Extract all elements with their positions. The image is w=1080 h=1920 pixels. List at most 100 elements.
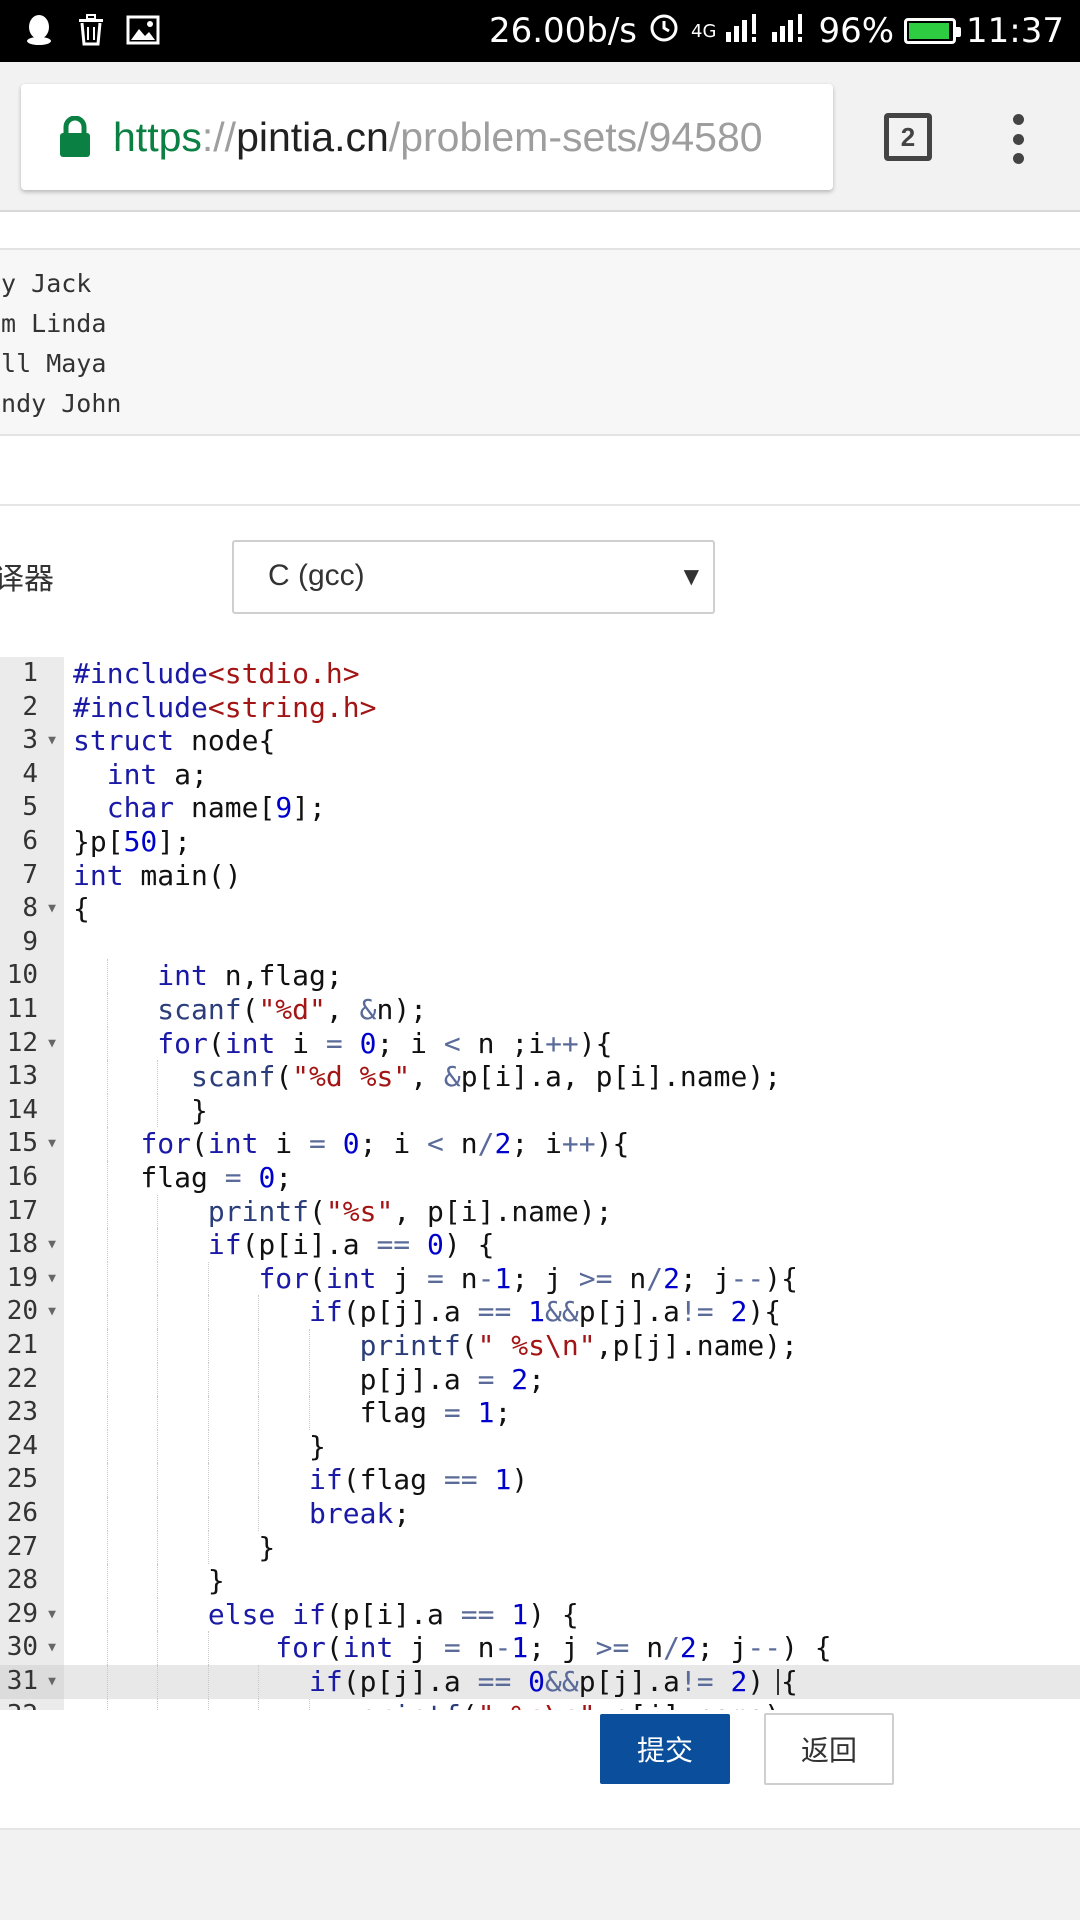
line-number: 9	[22, 926, 38, 957]
compiler-select[interactable]: C (gcc) ▼	[232, 540, 715, 614]
code-line[interactable]: 21 printf(" %s\n",p[j].name);	[0, 1329, 1080, 1363]
code-text: }	[73, 1530, 276, 1564]
qq-icon	[22, 13, 56, 47]
line-number: 31 ▼	[0, 1665, 64, 1699]
code-line[interactable]: 27 }	[0, 1530, 1080, 1565]
code-line[interactable]: 3 ▼ struct node{	[0, 724, 1080, 758]
fold-toggle-icon[interactable]: ▼	[48, 1598, 56, 1632]
code-line[interactable]: 23 flag = 1;	[0, 1396, 1080, 1430]
code-line[interactable]: 32 printf(" %s\n",p[j].name);	[0, 1698, 1080, 1710]
code-line[interactable]: 4 int a;	[0, 758, 1080, 792]
line-number: 14	[6, 1094, 38, 1125]
code-line[interactable]: 16 flag = 0;	[0, 1161, 1080, 1195]
more-menu-icon[interactable]	[998, 114, 1038, 164]
code-line[interactable]: 2 #include<string.h>	[0, 691, 1080, 725]
code-line[interactable]: 31 ▼ if(p[j].a == 0&&p[j].a!= 2) {	[0, 1665, 1080, 1699]
code-text: printf(" %s\n",p[j].name);	[359, 1329, 798, 1362]
dropdown-arrow-icon: ▼	[683, 564, 699, 588]
code-line[interactable]: 13 scanf("%d %s", &p[i].a, p[i].name);	[0, 1060, 1080, 1094]
code-line[interactable]: 1 #include<stdio.h>	[0, 657, 1080, 691]
tab-count: 2	[900, 121, 916, 152]
code-line[interactable]: 5 char name[9];	[0, 791, 1080, 825]
code-line[interactable]: 11 scanf("%d", &n);	[0, 993, 1080, 1027]
tab-switcher-button[interactable]: 2	[884, 113, 932, 161]
text-cursor	[777, 1669, 780, 1695]
back-button[interactable]: 返回	[764, 1713, 894, 1785]
code-line[interactable]: 17 printf("%s", p[i].name);	[0, 1194, 1080, 1229]
line-number: 15 ▼	[0, 1127, 64, 1161]
code-line[interactable]: 8 ▼ {	[0, 892, 1080, 926]
code-text: if(flag == 1)	[309, 1463, 529, 1497]
code-text: flag = 1;	[73, 1396, 512, 1430]
fold-toggle-icon[interactable]: ▼	[48, 1228, 56, 1262]
code-line[interactable]: 19 ▼ for(int j = n-1; j >= n/2; j--){	[0, 1261, 1080, 1296]
battery-percent: 96%	[818, 11, 895, 51]
fold-toggle-icon[interactable]: ▼	[48, 1665, 56, 1699]
code-text: for(int j = n-1; j >= n/2; j--){	[258, 1261, 798, 1295]
line-number: 25	[6, 1464, 38, 1495]
code-text: else if(p[i].a == 1) {	[207, 1597, 579, 1631]
fold-toggle-icon[interactable]: ▼	[48, 1127, 56, 1161]
line-number: 24	[6, 1430, 38, 1461]
code-editor[interactable]: 1 #include<stdio.h> 2 #include<string.h> 3 ▼ s…	[0, 657, 1080, 1710]
lock-icon	[59, 115, 91, 158]
code-line[interactable]: 10 int n,flag;	[0, 959, 1080, 993]
line-number: 27	[6, 1531, 38, 1562]
fold-toggle-icon[interactable]: ▼	[48, 892, 56, 926]
network-speed: 26.00b/s	[488, 11, 638, 51]
fold-toggle-icon[interactable]: ▼	[48, 1027, 56, 1061]
code-text: }	[73, 1429, 326, 1463]
fold-toggle-icon[interactable]: ▼	[48, 1295, 56, 1329]
fold-toggle-icon[interactable]: ▼	[48, 1262, 56, 1296]
code-text: }p[50];	[73, 825, 192, 858]
code-text: }	[73, 1564, 225, 1598]
code-line[interactable]: 7 int main()	[0, 859, 1080, 893]
line-number: 20 ▼	[0, 1295, 64, 1329]
line-number: 29 ▼	[0, 1598, 64, 1632]
code-line[interactable]: 30 ▼ for(int j = n-1; j >= n/2; j--) {	[0, 1631, 1080, 1665]
code-text: for(int i = 0; i < n ;i++){	[157, 1026, 613, 1060]
code-line[interactable]: 22 p[j].a = 2;	[0, 1362, 1080, 1397]
line-number: 16	[6, 1162, 38, 1192]
code-text: char name[9];	[106, 791, 326, 825]
section-divider	[0, 504, 1080, 506]
code-line[interactable]: 29 ▼ else if(p[i].a == 1) {	[0, 1597, 1080, 1632]
fold-toggle-icon[interactable]: ▼	[48, 1631, 56, 1665]
code-text: int a;	[106, 757, 208, 791]
line-number: 11	[6, 994, 38, 1024]
code-line[interactable]: 24 }	[0, 1429, 1080, 1464]
line-number: 5	[22, 792, 38, 823]
line-number: 18 ▼	[0, 1228, 64, 1262]
code-text: }	[73, 1093, 208, 1127]
line-number: 4	[22, 758, 38, 789]
code-line[interactable]: 6}p[50];	[0, 825, 1080, 859]
code-text: #include<string.h>	[73, 690, 377, 724]
line-number: 19 ▼	[0, 1262, 64, 1296]
code-line[interactable]: 12 ▼ for(int i = 0; i < n ;i++){	[0, 1026, 1080, 1061]
code-line[interactable]: 25 if(flag == 1)	[0, 1463, 1080, 1497]
code-text: if(p[j].a == 1&&p[j].a!= 2){	[309, 1295, 782, 1329]
code-text: printf(" %s\n",p[j].name);	[73, 1699, 798, 1710]
code-text: if(p[j].a == 0&&p[j].a!= 2) {	[309, 1665, 798, 1698]
fold-toggle-icon[interactable]: ▼	[48, 724, 56, 758]
code-line[interactable]: 20 ▼ if(p[j].a == 1&&p[j].a!= 2){	[0, 1295, 1080, 1329]
url-scheme: https	[113, 114, 202, 160]
sample-output-block: my Jack om Linda ill Maya indy John	[0, 248, 1080, 436]
trash-icon	[74, 13, 108, 47]
submit-button[interactable]: 提交	[600, 1714, 730, 1784]
footer-area	[0, 1828, 1080, 1920]
address-bar[interactable]: https://pintia.cn/problem-sets/94580	[21, 84, 833, 190]
line-number: 1	[22, 658, 38, 688]
url-separator: ://	[201, 114, 237, 160]
code-line[interactable]: 9	[0, 926, 1080, 960]
code-line[interactable]: 14 }	[0, 1093, 1080, 1128]
code-line[interactable]: 15 ▼ for(int i = 0; i < n/2; i++){	[0, 1127, 1080, 1161]
code-text: scanf("%d", &n);	[157, 993, 428, 1026]
code-line[interactable]: 18 ▼ if(p[i].a == 0) {	[0, 1228, 1080, 1262]
code-text: for(int j = n-1; j >= n/2; j--) {	[275, 1631, 832, 1665]
code-line[interactable]: 26 break;	[0, 1497, 1080, 1531]
line-number: 7	[22, 859, 38, 890]
code-text: if(p[i].a == 0) {	[207, 1228, 495, 1262]
code-text: {	[73, 892, 90, 926]
code-line[interactable]: 28 }	[0, 1564, 1080, 1598]
